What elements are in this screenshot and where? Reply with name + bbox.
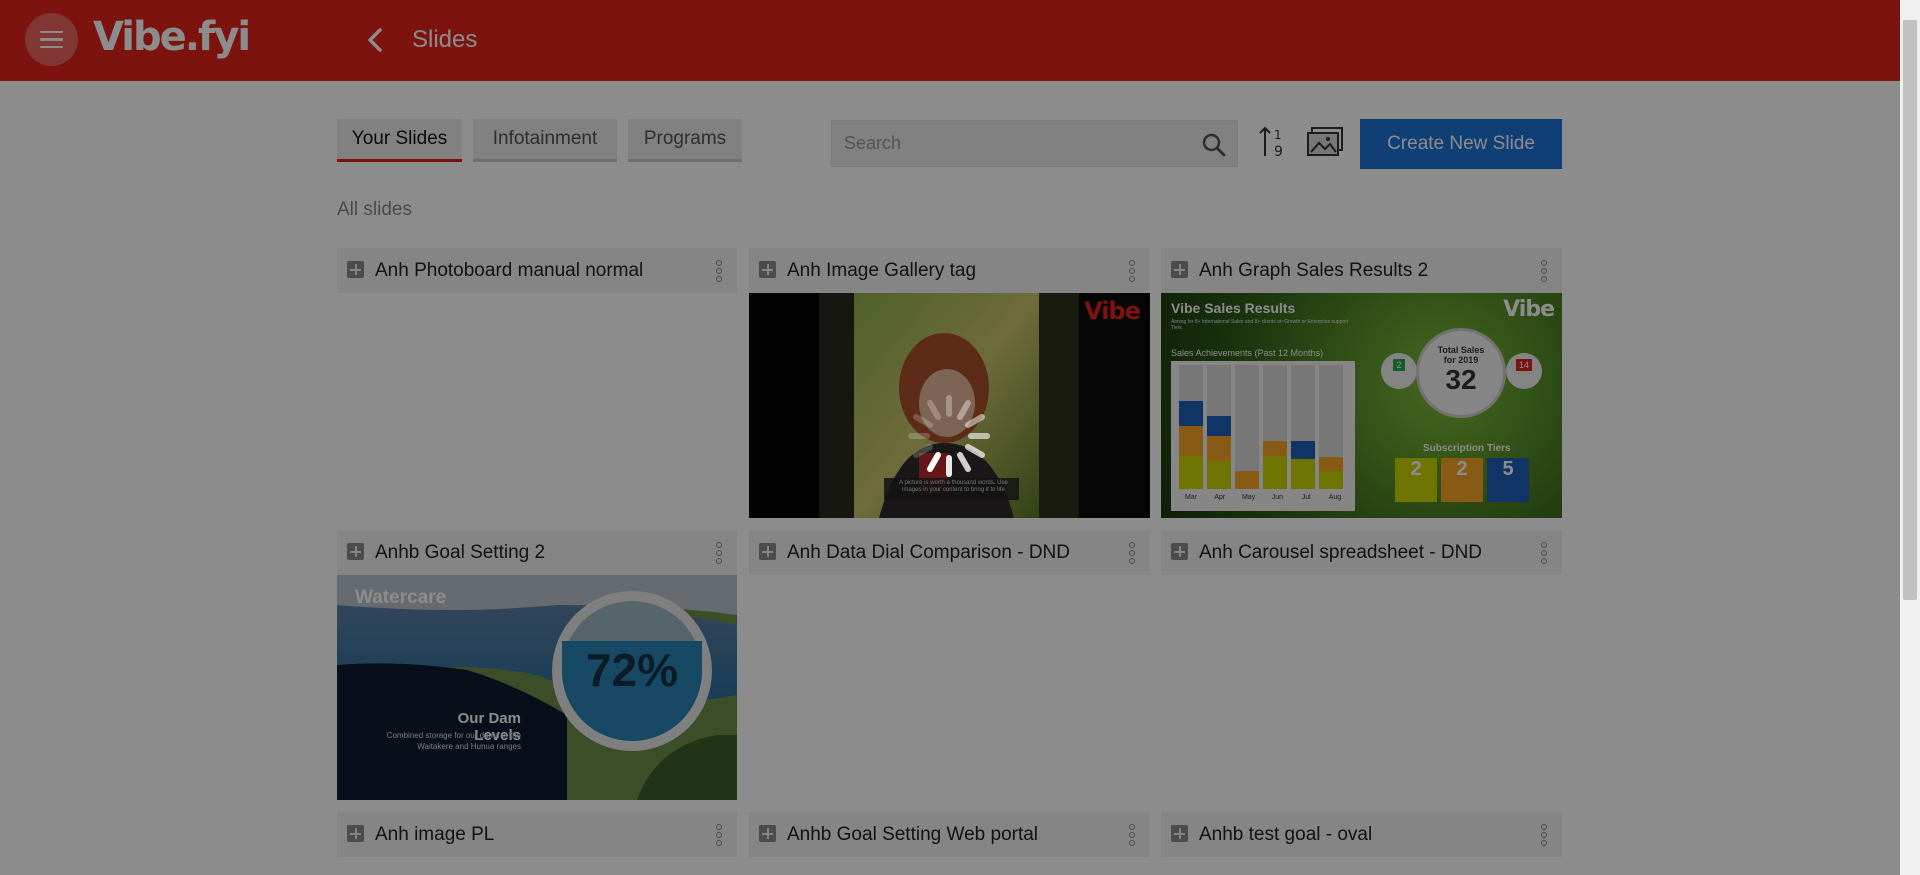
menu-icon-line (40, 45, 63, 49)
watercare-logo: Watercare (355, 587, 447, 608)
dam-percent: 72% (585, 644, 679, 696)
dam-subtext: Combined storage for our dams in the Wai… (341, 730, 521, 752)
expand-plus-icon[interactable] (347, 825, 364, 842)
tab-infotainment[interactable]: Infotainment (473, 119, 617, 162)
more-options-icon[interactable] (1540, 542, 1548, 564)
more-options-icon[interactable] (715, 824, 723, 846)
month-labels: Mar Apr May Jun Jul Aug (1184, 494, 1342, 501)
slide-card-header[interactable]: Anh Image Gallery tag (749, 248, 1150, 293)
vibe-brand-logo: Vibe (1503, 297, 1555, 322)
slide-title: Anh Photoboard manual normal (375, 260, 644, 281)
expand-plus-icon[interactable] (1171, 261, 1188, 278)
slide-card-header[interactable]: Anh image PL (337, 812, 737, 857)
dam-subtext-line: Combined storage for our dams in the (386, 731, 521, 740)
slide-title: Anh Carousel spreadsheet - DND (1199, 542, 1483, 563)
slide-title: Anh Image Gallery tag (787, 260, 977, 281)
section-label: All slides (337, 199, 412, 220)
menu-icon (40, 30, 63, 34)
hamburger-menu-button[interactable] (25, 13, 78, 66)
sort-numeric-icon[interactable]: 1 9 (1257, 124, 1291, 160)
slide-card-header[interactable]: Anhb Goal Setting 2 (337, 530, 737, 575)
svg-text:1: 1 (1274, 128, 1282, 142)
expand-plus-icon[interactable] (347, 261, 364, 278)
gallery-caption: A picture is worth a thousand words. Use… (899, 480, 1008, 493)
tiers-title: Subscription Tiers (1423, 443, 1511, 454)
search-icon[interactable] (1201, 132, 1227, 158)
more-options-icon[interactable] (715, 542, 723, 564)
more-options-icon[interactable] (1128, 542, 1136, 564)
svg-text:9: 9 (1274, 144, 1283, 160)
slide-title: Anh Graph Sales Results 2 (1199, 260, 1429, 281)
slide-title: Anh Data Dial Comparison - DND (787, 542, 1070, 563)
slide-card-header[interactable]: Anh Carousel spreadsheet - DND (1161, 530, 1562, 575)
loading-spinner-icon (908, 395, 990, 477)
scrollbar-thumb[interactable] (1903, 20, 1917, 600)
slide-card-header[interactable]: Anh Data Dial Comparison - DND (749, 530, 1150, 575)
slide-card-header[interactable]: Anhb Goal Setting Web portal (749, 812, 1150, 857)
slide-title: Anh image PL (375, 824, 495, 845)
slide-card-header[interactable]: Anh Graph Sales Results 2 (1161, 248, 1562, 293)
sales-subtitle: Aiming for 8+ International Sales and 8+… (1171, 319, 1349, 331)
slide-thumbnail-dam-levels[interactable]: Watercare 72% Our Dam Levels Combined st… (337, 575, 737, 800)
tier-box: 2 (1441, 458, 1483, 502)
search-box (831, 120, 1238, 167)
menu-icon-line (40, 38, 63, 41)
expand-plus-icon[interactable] (759, 543, 776, 560)
sales-title: Vibe Sales Results (1171, 300, 1296, 316)
slide-card-header[interactable]: Anhb test goal - oval (1161, 812, 1562, 857)
slide-title: Anhb Goal Setting 2 (375, 542, 546, 563)
sales-chart-title: Sales Achievements (Past 12 Months) (1171, 348, 1324, 358)
back-arrow-icon[interactable] (360, 24, 390, 56)
search-input[interactable] (832, 121, 1172, 166)
vertical-scrollbar[interactable] (1900, 0, 1920, 875)
more-options-icon[interactable] (1540, 260, 1548, 282)
slide-card-header[interactable]: Anh Photoboard manual normal (337, 248, 737, 293)
left-badge: 2 (1381, 353, 1417, 389)
slide-title: Anhb Goal Setting Web portal (787, 824, 1039, 845)
expand-plus-icon[interactable] (759, 825, 776, 842)
sales-bar-chart: Mar Apr May Jun Jul Aug (1171, 361, 1355, 511)
gallery-view-icon[interactable] (1306, 124, 1346, 160)
more-options-icon[interactable] (1128, 824, 1136, 846)
tab-programs[interactable]: Programs (628, 119, 742, 162)
tier-box: 2 (1395, 458, 1437, 502)
dam-subtext-line: Waitakere and Hunua ranges (417, 742, 521, 751)
more-options-icon[interactable] (1540, 824, 1548, 846)
expand-plus-icon[interactable] (1171, 825, 1188, 842)
slide-thumbnail-sales-results[interactable]: Vibe Sales Results Aiming for 8+ Interna… (1161, 293, 1562, 518)
more-options-icon[interactable] (1128, 260, 1136, 282)
tier-box: 5 (1487, 458, 1529, 502)
expand-plus-icon[interactable] (347, 543, 364, 560)
app-logo[interactable]: Vibe.fyi (93, 14, 251, 60)
create-new-slide-button[interactable]: Create New Slide (1360, 119, 1562, 169)
page-title: Slides (412, 26, 478, 53)
more-options-icon[interactable] (715, 260, 723, 282)
tab-your-slides[interactable]: Your Slides (337, 119, 462, 162)
right-badge: 14 (1506, 353, 1542, 389)
total-sales-circle: Total Sales for 2019 32 (1416, 328, 1506, 418)
top-bar: Vibe.fyi Slides (0, 0, 1900, 81)
expand-plus-icon[interactable] (759, 261, 776, 278)
vibe-brand-logo: Vibe (1084, 297, 1141, 325)
slide-title: Anhb test goal - oval (1199, 824, 1373, 845)
expand-plus-icon[interactable] (1171, 543, 1188, 560)
